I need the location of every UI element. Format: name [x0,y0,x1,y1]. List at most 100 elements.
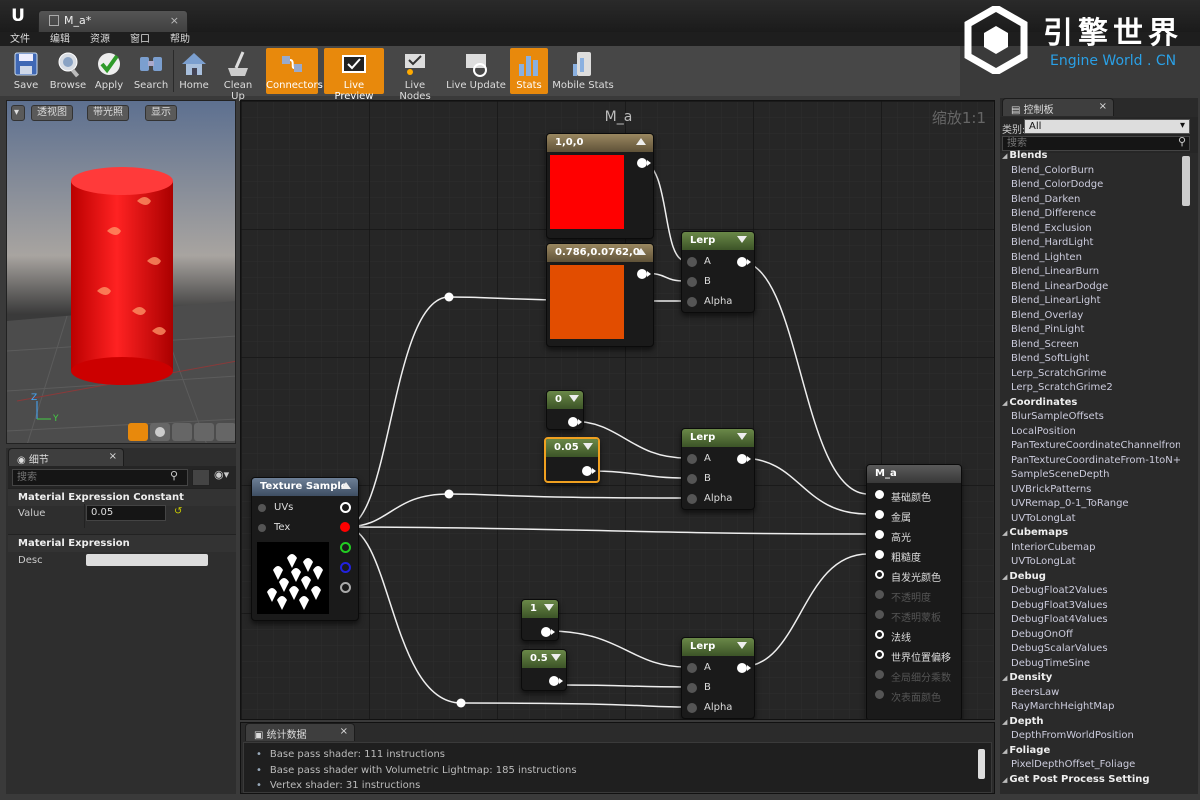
custom-mesh-preview-button[interactable] [216,423,235,441]
palette-item[interactable]: Blend_Difference [1000,208,1180,223]
palette-category[interactable]: Debug [1000,571,1180,586]
menu-file[interactable]: 文件 [0,33,40,47]
constant-node-0-05-selected[interactable]: 0.05 [544,437,600,483]
close-tab-icon[interactable]: × [340,726,348,737]
live-preview-button[interactable]: Live Preview [324,48,384,102]
palette-item[interactable]: UVRemap_0-1_ToRange [1000,498,1180,513]
palette-item[interactable]: Blend_Exclusion [1000,223,1180,238]
live-update-button[interactable]: Live Update [446,48,506,94]
collapse-icon[interactable] [636,138,646,145]
apply-button[interactable]: Apply [90,48,128,94]
palette-item[interactable]: Blend_LinearBurn [1000,266,1180,281]
input-pin-specular[interactable] [875,530,884,539]
palette-item[interactable]: Blend_Screen [1000,339,1180,354]
input-pin-b[interactable] [687,277,697,287]
output-pin-a[interactable] [340,582,351,593]
section-expression-constant[interactable]: Material Expression Constant [8,488,236,506]
lerp-node-specular[interactable]: Lerp A B Alpha [681,637,755,719]
collapse-icon[interactable] [737,433,747,440]
palette-item[interactable]: UVToLongLat [1000,513,1180,528]
viewport-options-dropdown[interactable]: ▾ [11,105,25,121]
input-pin-emissive[interactable] [875,570,884,579]
search-button[interactable]: Search [132,48,170,94]
connectors-button[interactable]: Connectors [266,48,323,94]
perspective-button[interactable]: 透视图 [31,105,73,121]
palette-item[interactable]: PanTextureCoordinateChannelfrom-1 [1000,440,1180,455]
constant-node-0-5[interactable]: 0.5 [521,649,567,691]
palette-item[interactable]: Lerp_ScratchGrime [1000,368,1180,383]
input-pin-a[interactable] [687,663,697,673]
palette-scrollbar[interactable] [1182,156,1190,206]
menu-asset[interactable]: 资源 [80,33,120,47]
palette-item[interactable]: DepthFromWorldPosition [1000,730,1180,745]
input-pin-uvs[interactable] [258,504,266,512]
input-pin-base-color[interactable] [875,490,884,499]
output-pin[interactable] [582,466,596,476]
palette-item[interactable]: Blend_PinLight [1000,324,1180,339]
input-pin-normal[interactable] [875,630,884,639]
output-pin[interactable] [737,257,751,267]
live-nodes-button[interactable]: Live Nodes [388,48,442,102]
category-select[interactable]: All ▾ [1024,119,1190,134]
material-result-node[interactable]: M_a 基础颜色 金属 高光 粗糙度 自发光颜色 不透明度 不透明蒙板 法线 世… [866,464,962,719]
constant3-node-orange[interactable]: 0.786,0.0762,0 [546,243,654,347]
palette-item[interactable]: Blend_LinearLight [1000,295,1180,310]
output-pin[interactable] [549,676,563,686]
palette-item[interactable]: UVBrickPatterns [1000,484,1180,499]
palette-item[interactable]: SampleSceneDepth [1000,469,1180,484]
input-pin-tessellation-multiplier[interactable] [875,670,884,679]
palette-item[interactable]: Blend_Overlay [1000,310,1180,325]
plane-preview-button[interactable] [172,423,192,441]
palette-item[interactable]: DebugFloat2Values [1000,585,1180,600]
lit-mode-button[interactable]: 带光照 [87,105,129,121]
cube-preview-button[interactable] [194,423,214,441]
document-tab[interactable]: M_a* × [38,10,188,32]
palette-item[interactable]: Blend_HardLight [1000,237,1180,252]
output-pin[interactable] [637,158,651,168]
grid-view-icon[interactable] [192,469,210,486]
desc-input[interactable] [86,554,208,566]
input-pin-metallic[interactable] [875,510,884,519]
browse-button[interactable]: Browse [48,48,88,94]
mobile-stats-button[interactable]: Mobile Stats [552,48,614,94]
input-pin-a[interactable] [687,454,697,464]
lerp-node-color[interactable]: Lerp A B Alpha [681,231,755,313]
palette-item[interactable]: UVToLongLat [1000,556,1180,571]
constant-node-0[interactable]: 0 [546,390,584,430]
stats-tab[interactable]: ▣ 统计数据 × [245,723,355,741]
collapse-icon[interactable] [544,604,554,611]
input-pin-tex[interactable] [258,524,266,532]
collapse-icon[interactable] [737,236,747,243]
palette-item[interactable]: DebugFloat4Values [1000,614,1180,629]
palette-category[interactable]: Coordinates [1000,397,1180,412]
input-pin-alpha[interactable] [687,494,697,504]
section-material-expression[interactable]: Material Expression [8,534,236,552]
close-tab-icon[interactable]: × [109,451,117,462]
reset-to-default-icon[interactable]: ↺ [174,506,182,517]
palette-item[interactable]: DebugFloat3Values [1000,600,1180,615]
palette-item[interactable]: Lerp_ScratchGrime2 [1000,382,1180,397]
constant-node-1[interactable]: 1 [521,599,559,641]
palette-item[interactable]: BlurSampleOffsets [1000,411,1180,426]
output-pin-g[interactable] [340,542,351,553]
stats-button[interactable]: Stats [510,48,548,94]
cylinder-preview-button[interactable] [128,423,148,441]
home-button[interactable]: Home [176,48,212,94]
palette-item[interactable]: DebugScalarValues [1000,643,1180,658]
details-tab[interactable]: ◉ 细节 × [8,448,124,466]
output-pin[interactable] [541,627,555,637]
menu-help[interactable]: 帮助 [160,33,200,47]
eye-icon[interactable]: ◉▾ [214,468,229,481]
collapse-icon[interactable] [341,482,351,489]
save-button[interactable]: Save [6,48,46,94]
input-pin-opacity-mask[interactable] [875,610,884,619]
sphere-preview-button[interactable] [150,423,170,441]
output-pin[interactable] [737,663,751,673]
input-pin-subsurface-color[interactable] [875,690,884,699]
menu-window[interactable]: 窗口 [120,33,160,47]
collapse-icon[interactable] [583,443,593,450]
palette-item[interactable]: BeersLaw [1000,687,1180,702]
palette-category[interactable]: Blends [1000,150,1180,165]
value-input[interactable]: 0.05 [86,505,166,521]
input-pin-a[interactable] [687,257,697,267]
